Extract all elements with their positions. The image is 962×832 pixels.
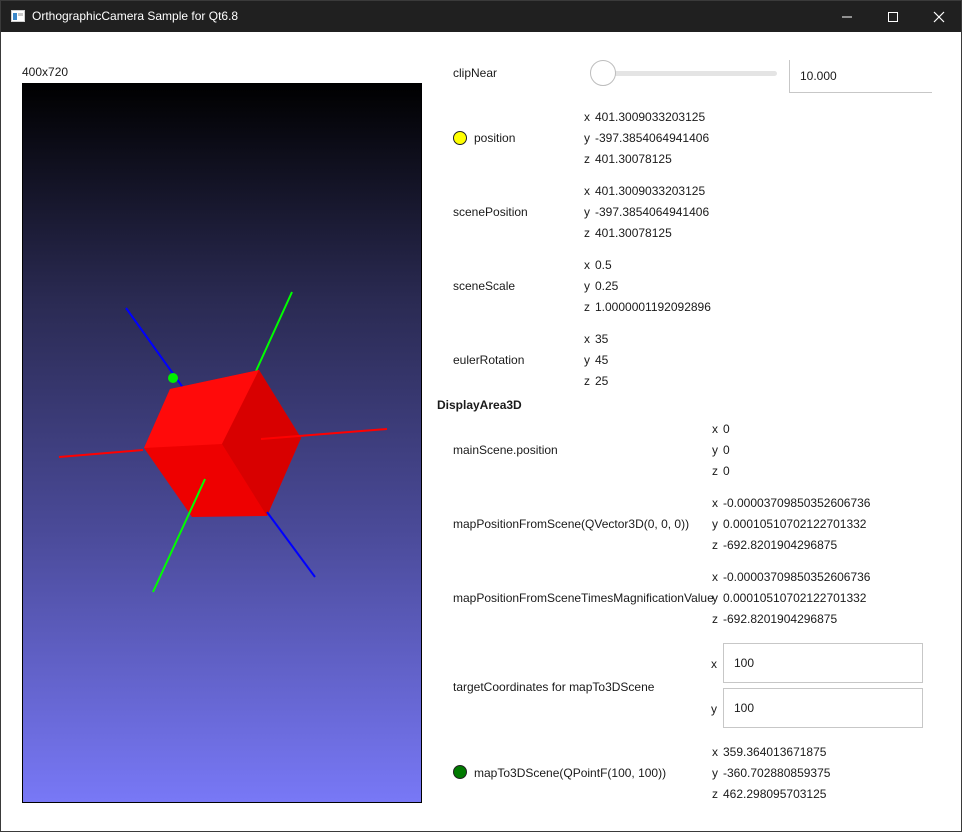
target-y-input[interactable]: 100 — [723, 688, 923, 728]
clipnear-label: clipNear — [453, 66, 498, 80]
position-z-value: 401.30078125 — [595, 152, 672, 166]
position-x-value: 401.3009033203125 — [595, 110, 706, 124]
scenescale-label: sceneScale — [453, 279, 516, 293]
axis-y-label: y — [711, 702, 717, 716]
mapto3dscene-y-value: -360.702880859375 — [723, 766, 831, 780]
axis-y-label: y — [712, 591, 718, 605]
minimize-icon — [842, 16, 852, 18]
position-label: position — [474, 131, 516, 145]
view3d-viewport[interactable] — [22, 83, 422, 803]
mappositionfromscene-y-value: 0.00010510702122701332 — [723, 517, 867, 531]
clipnear-value: 10.000 — [800, 69, 837, 83]
mappositiontimesmagnification-z-value: -692.8201904296875 — [723, 612, 838, 626]
axis-z-label: z — [712, 538, 718, 552]
axis-x-label: x — [712, 745, 718, 759]
mappositionfromscene-label: mapPositionFromScene(QVector3D(0, 0, 0)) — [453, 517, 690, 531]
mappositiontimesmagnification-y-value: 0.00010510702122701332 — [723, 591, 867, 605]
axis-z-label: z — [712, 787, 718, 801]
displayarea-section-header: DisplayArea3D — [437, 398, 522, 412]
window-title: OrthographicCamera Sample for Qt6.8 — [32, 9, 239, 23]
target-y-value: 100 — [734, 701, 755, 715]
axis-z-label: z — [712, 464, 718, 478]
position-y-value: -397.3854064941406 — [595, 131, 710, 145]
axis-y-label: y — [584, 353, 590, 367]
axis-z-label: z — [584, 300, 590, 314]
app-window: OrthographicCamera Sample for Qt6.8 400x… — [0, 0, 962, 832]
axis-y-label: y — [584, 131, 590, 145]
scenescale-x-value: 0.5 — [595, 258, 612, 272]
clipnear-slider-handle[interactable] — [590, 60, 616, 86]
axis-x-label: x — [712, 570, 718, 584]
title-bar[interactable]: OrthographicCamera Sample for Qt6.8 — [1, 1, 961, 32]
mapto3dscene-indicator-icon — [453, 765, 467, 779]
axis-y-label: y — [712, 517, 718, 531]
clipnear-slider-track[interactable] — [593, 71, 777, 76]
mapto3dscene-x-value: 359.364013671875 — [723, 745, 827, 759]
axis-y-label: y — [584, 205, 590, 219]
mainscene-x-value: 0 — [723, 422, 730, 436]
eulerrotation-label: eulerRotation — [453, 353, 525, 367]
x-axis-left — [58, 449, 144, 458]
sceneposition-label: scenePosition — [453, 205, 528, 219]
sceneposition-x-value: 401.3009033203125 — [595, 184, 706, 198]
close-button[interactable] — [916, 1, 962, 32]
axis-x-label: x — [712, 496, 718, 510]
viewport-size-label: 400x720 — [22, 65, 69, 79]
mainscene-position-label: mainScene.position — [453, 443, 558, 457]
clipnear-value-field[interactable]: 10.000 — [789, 60, 932, 93]
axis-z-label: z — [712, 612, 718, 626]
y-axis-back — [255, 291, 293, 372]
axis-y-label: y — [712, 443, 718, 457]
sceneposition-z-value: 401.30078125 — [595, 226, 672, 240]
maximize-icon — [888, 12, 898, 22]
mainscene-y-value: 0 — [723, 443, 730, 457]
mapto3dscene-z-value: 462.298095703125 — [723, 787, 827, 801]
target-x-input[interactable]: 100 — [723, 643, 923, 683]
app-icon — [11, 10, 25, 22]
mainscene-z-value: 0 — [723, 464, 730, 478]
mappositionfromscene-z-value: -692.8201904296875 — [723, 538, 838, 552]
eulerrotation-y-value: 45 — [595, 353, 609, 367]
maximize-button[interactable] — [870, 1, 916, 32]
eulerrotation-x-value: 35 — [595, 332, 609, 346]
scenescale-z-value: 1.0000001192092896 — [595, 300, 711, 314]
z-axis-front — [266, 511, 316, 578]
axis-z-label: z — [584, 152, 590, 166]
mappositiontimesmagnification-x-value: -0.00003709850352606736 — [723, 570, 871, 584]
target-x-value: 100 — [734, 656, 755, 670]
mappositionfromscene-x-value: -0.00003709850352606736 — [723, 496, 871, 510]
axis-y-label: y — [712, 766, 718, 780]
axis-y-label: y — [584, 279, 590, 293]
sceneposition-y-value: -397.3854064941406 — [595, 205, 710, 219]
axis-x-label: x — [584, 332, 590, 346]
axis-x-label: x — [584, 110, 590, 124]
axis-z-label: z — [584, 226, 590, 240]
mappositiontimesmagnification-label: mapPositionFromSceneTimesMagnificationVa… — [453, 591, 714, 605]
mapto3dscene-label: mapTo3DScene(QPointF(100, 100)) — [474, 766, 667, 780]
position-indicator-icon — [453, 131, 467, 145]
targetcoordinates-label: targetCoordinates for mapTo3DScene — [453, 680, 655, 694]
axis-x-label: x — [584, 184, 590, 198]
scene-canvas — [58, 291, 388, 593]
axis-x-label: x — [712, 422, 718, 436]
scenescale-y-value: 0.25 — [595, 279, 619, 293]
axis-z-label: z — [584, 374, 590, 388]
axis-x-label: x — [584, 258, 590, 272]
content-area: 400x720 clipNear 10.000 position x 401.3… — [1, 32, 961, 831]
marker-dot — [168, 373, 178, 383]
axis-x-label: x — [711, 657, 717, 671]
minimize-button[interactable] — [824, 1, 870, 32]
close-icon — [933, 11, 945, 23]
eulerrotation-z-value: 25 — [595, 374, 609, 388]
